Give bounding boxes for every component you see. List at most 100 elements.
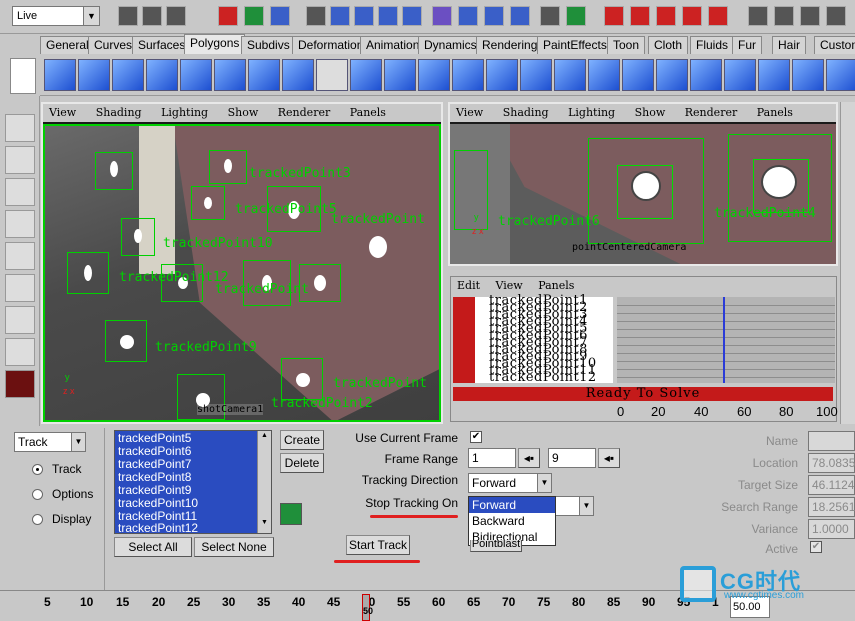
bevel-icon[interactable] [724,59,756,91]
split-polygon-icon[interactable] [588,59,620,91]
rotate-tool-icon[interactable] [5,242,35,270]
layout-four-icon[interactable] [774,6,794,26]
tab-cloth[interactable]: Cloth [648,36,689,54]
manipulator-icon[interactable] [5,306,35,334]
list-scrollbar[interactable]: ▲ ▼ [257,431,271,533]
poke-icon[interactable] [690,59,722,91]
track-box[interactable] [95,152,133,190]
stop-tracking-on-select[interactable]: ▼ [552,496,594,516]
wedge-icon[interactable] [656,59,688,91]
track-search-box[interactable] [588,138,704,244]
menu-set-select[interactable]: Live ▼ [12,6,100,26]
tab-subdivs[interactable]: Subdivs [241,36,296,54]
collapse-icon[interactable] [792,59,824,91]
target-size-field[interactable]: 46.1124 [808,475,855,495]
list-item[interactable]: trackedPoint11 [118,510,197,523]
track-box[interactable] [209,150,247,184]
poly-plane-icon[interactable] [180,59,212,91]
extrude-face-icon[interactable] [486,59,518,91]
poly-cylinder-icon[interactable] [112,59,144,91]
time-cursor[interactable] [723,297,725,383]
tab-fluids[interactable]: Fluids [690,36,735,54]
tracking-direction-select[interactable]: Forward ▼ [468,473,552,493]
separate-icon[interactable] [384,59,416,91]
combine-icon[interactable] [350,59,382,91]
menu-renderer[interactable]: Renderer [685,106,737,119]
radio-track[interactable] [32,464,43,475]
lasso-tool-icon[interactable] [5,146,35,174]
ipr-render-icon[interactable] [484,6,504,26]
menu-show[interactable]: Show [228,106,259,119]
name-field[interactable] [808,431,855,451]
menu-shading[interactable]: Shading [96,106,142,119]
menu-item-forward[interactable]: Forward [469,497,555,513]
viewport-right[interactable]: View Shading Lighting Show Renderer Pane… [448,102,838,266]
tracker-icon[interactable] [280,503,302,525]
tracker-mode-select[interactable]: Track ▼ [14,432,86,452]
move-tool-icon[interactable] [5,210,35,238]
select-all-button[interactable]: Select All [114,537,192,557]
scroll-down-icon[interactable]: ▼ [259,519,270,530]
current-frame-marker[interactable]: 50 [362,594,373,621]
channel-box-icon[interactable] [630,6,650,26]
track-search-box[interactable] [454,150,488,230]
tab-dynamics[interactable]: Dynamics [418,36,483,54]
lock-icon[interactable] [540,6,560,26]
snap-toggle-icon[interactable] [306,6,326,26]
poly-torus-icon[interactable] [214,59,246,91]
track-box[interactable] [121,218,155,256]
menu-panels[interactable]: Panels [757,106,793,119]
menu-lighting[interactable]: Lighting [568,106,615,119]
graph-outliner[interactable]: trackedPoint1 trackedPoint2 trackedPoint… [453,294,613,384]
soft-mod-icon[interactable] [5,338,35,366]
outliner-icon[interactable] [682,6,702,26]
menu-show[interactable]: Show [635,106,666,119]
frame-range-start-button[interactable]: ◂▪ [518,448,540,468]
polygon-tool-icon[interactable] [316,59,348,91]
magnet-icon[interactable] [708,6,728,26]
tab-toon[interactable]: Toon [607,36,646,54]
search-range-field[interactable]: 18.2561 [808,497,855,517]
select-hierarchy-icon[interactable] [218,6,238,26]
radio-options[interactable] [32,489,43,500]
location-field[interactable]: 78.0835 [808,453,855,473]
channel-box-strip[interactable] [840,102,855,424]
graph-area[interactable] [617,297,835,383]
menu-renderer[interactable]: Renderer [278,106,330,119]
track-box[interactable] [67,252,109,294]
paint-select-icon[interactable] [5,178,35,206]
frame-range-end-button[interactable]: ◂▪ [598,448,620,468]
menu-item-backward[interactable]: Backward [469,513,555,529]
menu-shading[interactable]: Shading [503,106,549,119]
menu-edit[interactable]: Edit [457,279,480,292]
menu-view[interactable]: View [456,106,483,119]
track-search-box[interactable] [728,134,832,242]
track-box[interactable] [105,320,147,362]
poly-prism-icon[interactable] [248,59,280,91]
variance-field[interactable]: 1.0000 [808,519,855,539]
frame-range-start-field[interactable]: 1 [468,448,516,468]
shelf-menu-icon[interactable] [10,58,36,94]
merge-icon[interactable] [758,59,790,91]
poly-cube-icon[interactable] [78,59,110,91]
tab-fur[interactable]: Fur [732,36,762,54]
list-item[interactable]: trackedPoint12 [118,523,198,533]
tab-hair[interactable]: Hair [772,36,807,54]
pointblast-button[interactable]: Pointblast [470,540,522,552]
new-scene-icon[interactable] [118,6,138,26]
graph-item[interactable]: trackedPoint12 [489,371,597,384]
snap-point-icon[interactable] [378,6,398,26]
tab-curves[interactable]: Curves [88,36,139,54]
poly-pipe-icon[interactable] [282,59,314,91]
bridge-icon[interactable] [554,59,586,91]
frame-range-end-field[interactable]: 9 [548,448,596,468]
layout-side-icon[interactable] [800,6,820,26]
create-button[interactable]: Create [280,430,324,450]
menu-view[interactable]: View [496,279,523,292]
snap-curve-icon[interactable] [354,6,374,26]
snap-grid-icon[interactable] [330,6,350,26]
render-icon[interactable] [458,6,478,26]
tab-rendering[interactable]: Rendering [476,36,544,54]
tab-polygons[interactable]: Polygons [184,34,246,54]
menu-panels[interactable]: Panels [350,106,386,119]
